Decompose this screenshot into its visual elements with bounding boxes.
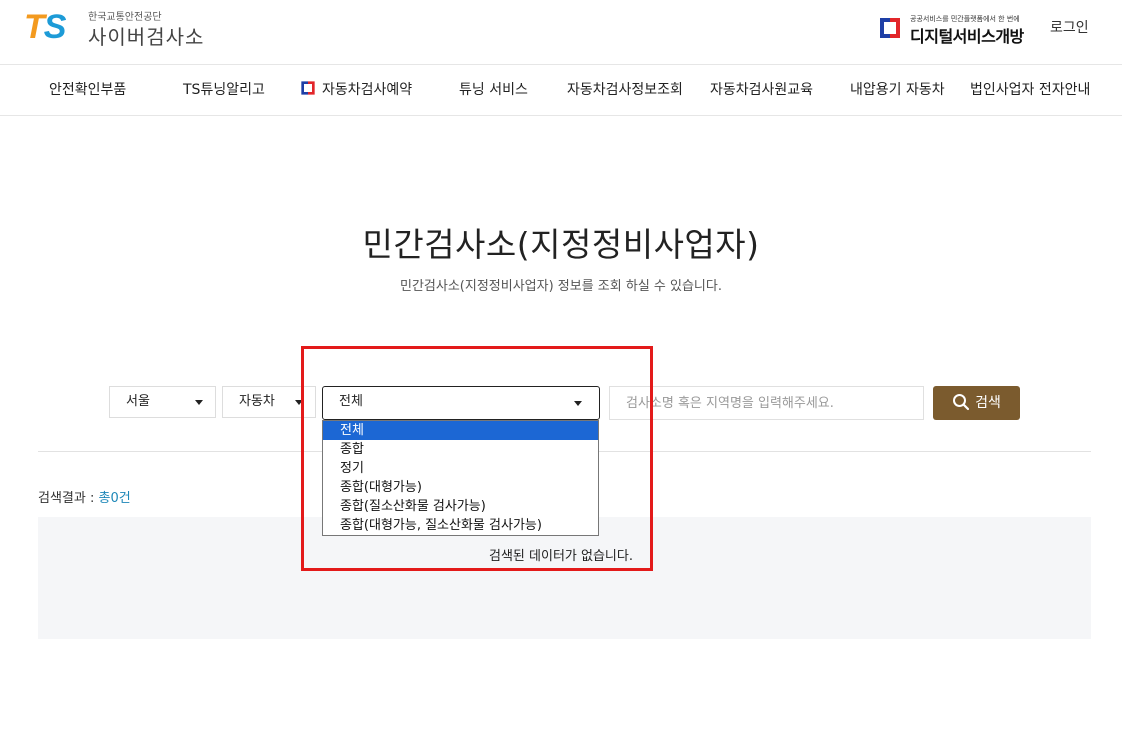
option-comprehensive[interactable]: 종합 (323, 440, 598, 459)
option-regular[interactable]: 정기 (323, 459, 598, 478)
option-comprehensive-large[interactable]: 종합(대형가능) (323, 478, 598, 497)
result-count-value: 총0건 (98, 491, 131, 506)
page-subtitle: 민간검사소(지정정비사업자) 정보를 조회 하실 수 있습니다. (400, 279, 722, 294)
digital-service-icon (880, 18, 900, 38)
inspection-type-options: 전체 종합 정기 종합(대형가능) 종합(질소산화물 검사가능) 종합(대형가능… (322, 420, 599, 536)
caret-down-icon (574, 401, 582, 406)
nav-label: 튜닝 서비스 (459, 82, 528, 98)
nav-item-pressure-vessel[interactable]: 내압용기 자동차 (850, 65, 945, 115)
inspection-type-select[interactable]: 전체 (322, 386, 600, 420)
nav-label: 안전확인부품 (49, 82, 127, 98)
nav-item-tuning-service[interactable]: 튜닝 서비스 (459, 65, 528, 115)
result-count-label: 검색결과 : (38, 491, 99, 506)
vehicle-select-value: 자동차 (239, 394, 275, 409)
ts-logo-mark: TS (24, 8, 66, 46)
option-all[interactable]: 전체 (323, 421, 598, 440)
nav-label: 내압용기 자동차 (850, 82, 945, 98)
caret-down-icon (195, 400, 203, 405)
nav-label: 자동차검사예약 (322, 82, 413, 98)
keyword-search-input[interactable] (609, 386, 924, 420)
vehicle-select[interactable]: 자동차 (222, 386, 316, 418)
nav-label: 자동차검사원교육 (710, 82, 814, 98)
login-link[interactable]: 로그인 (1050, 17, 1089, 37)
nav-item-inspection-booking[interactable]: 자동차검사예약 (300, 65, 412, 115)
nav-item-safety-parts[interactable]: 안전확인부품 (49, 65, 126, 115)
nav-label: 법인사업자 전자안내 (970, 82, 1091, 98)
digital-service-icon (301, 81, 315, 95)
main-nav: 안전확인부품 TS튜닝알리고 자동차검사예약 튜닝 서비스 자동차검사정보조회 … (0, 65, 1122, 116)
nav-item-inspection-info[interactable]: 자동차검사정보조회 (567, 65, 683, 115)
digital-title: 디지털서비스개방 (910, 27, 1024, 46)
digital-service-banner[interactable]: 공공서비스를 민간플랫폼에서 한 번에 디지털서비스개방 (878, 14, 1028, 46)
result-count: 검색결과 : 총0건 (38, 487, 131, 506)
site-header: TS 한국교통안전공단 사이버검사소 공공서비스를 민간플랫폼에서 한 번에 디… (0, 0, 1122, 65)
option-comprehensive-large-nox[interactable]: 종합(대형가능, 질소산화물 검사가능) (323, 516, 598, 535)
caret-down-icon (295, 400, 303, 405)
inspection-type-select-value: 전체 (339, 394, 363, 409)
nav-item-ts-tuning[interactable]: TS튜닝알리고 (183, 65, 265, 115)
nav-item-corporate-notice[interactable]: 법인사업자 전자안내 (970, 65, 1090, 115)
page-title: 민간검사소(지정정비사업자) (362, 225, 760, 264)
search-icon (953, 394, 970, 411)
nav-label: 자동차검사정보조회 (567, 82, 683, 98)
search-button[interactable]: 검색 (933, 386, 1020, 420)
site-name: 사이버검사소 (88, 25, 205, 49)
search-button-label: 검색 (975, 395, 1001, 411)
nav-label: TS튜닝알리고 (183, 82, 265, 98)
empty-result-message: 검색된 데이터가 없습니다. (489, 549, 633, 564)
region-select[interactable]: 서울 (109, 386, 216, 418)
option-comprehensive-nox[interactable]: 종합(질소산화물 검사가능) (323, 497, 598, 516)
region-select-value: 서울 (126, 394, 150, 409)
nav-item-inspector-education[interactable]: 자동차검사원교육 (710, 65, 813, 115)
